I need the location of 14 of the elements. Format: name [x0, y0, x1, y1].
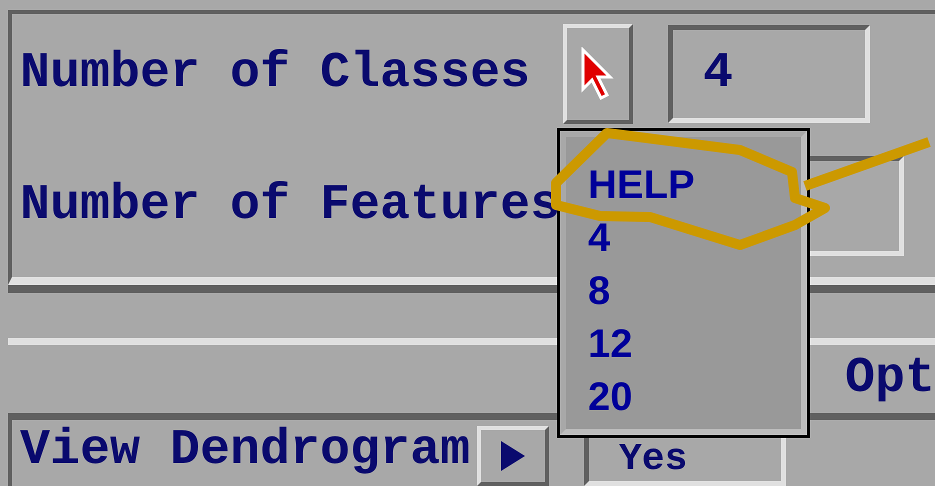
input-field[interactable]: 4 [668, 25, 870, 123]
menu-item[interactable]: HELP [588, 159, 695, 212]
dropdown-button[interactable] [477, 426, 549, 486]
menu-item[interactable]: 12 [588, 318, 632, 371]
field-label: Number of Classes [20, 49, 532, 99]
field-label: Number of Features [20, 180, 560, 230]
dropdown-button[interactable] [563, 24, 633, 124]
triangle-icon [501, 441, 525, 471]
menu-item[interactable]: 4 [588, 212, 610, 265]
options-label: Opt [844, 354, 935, 404]
cursor-icon [580, 47, 616, 101]
menu-item[interactable]: 20 [588, 371, 632, 424]
menu-item[interactable]: 8 [588, 265, 610, 318]
field-label: View Dendrogram [20, 426, 472, 476]
